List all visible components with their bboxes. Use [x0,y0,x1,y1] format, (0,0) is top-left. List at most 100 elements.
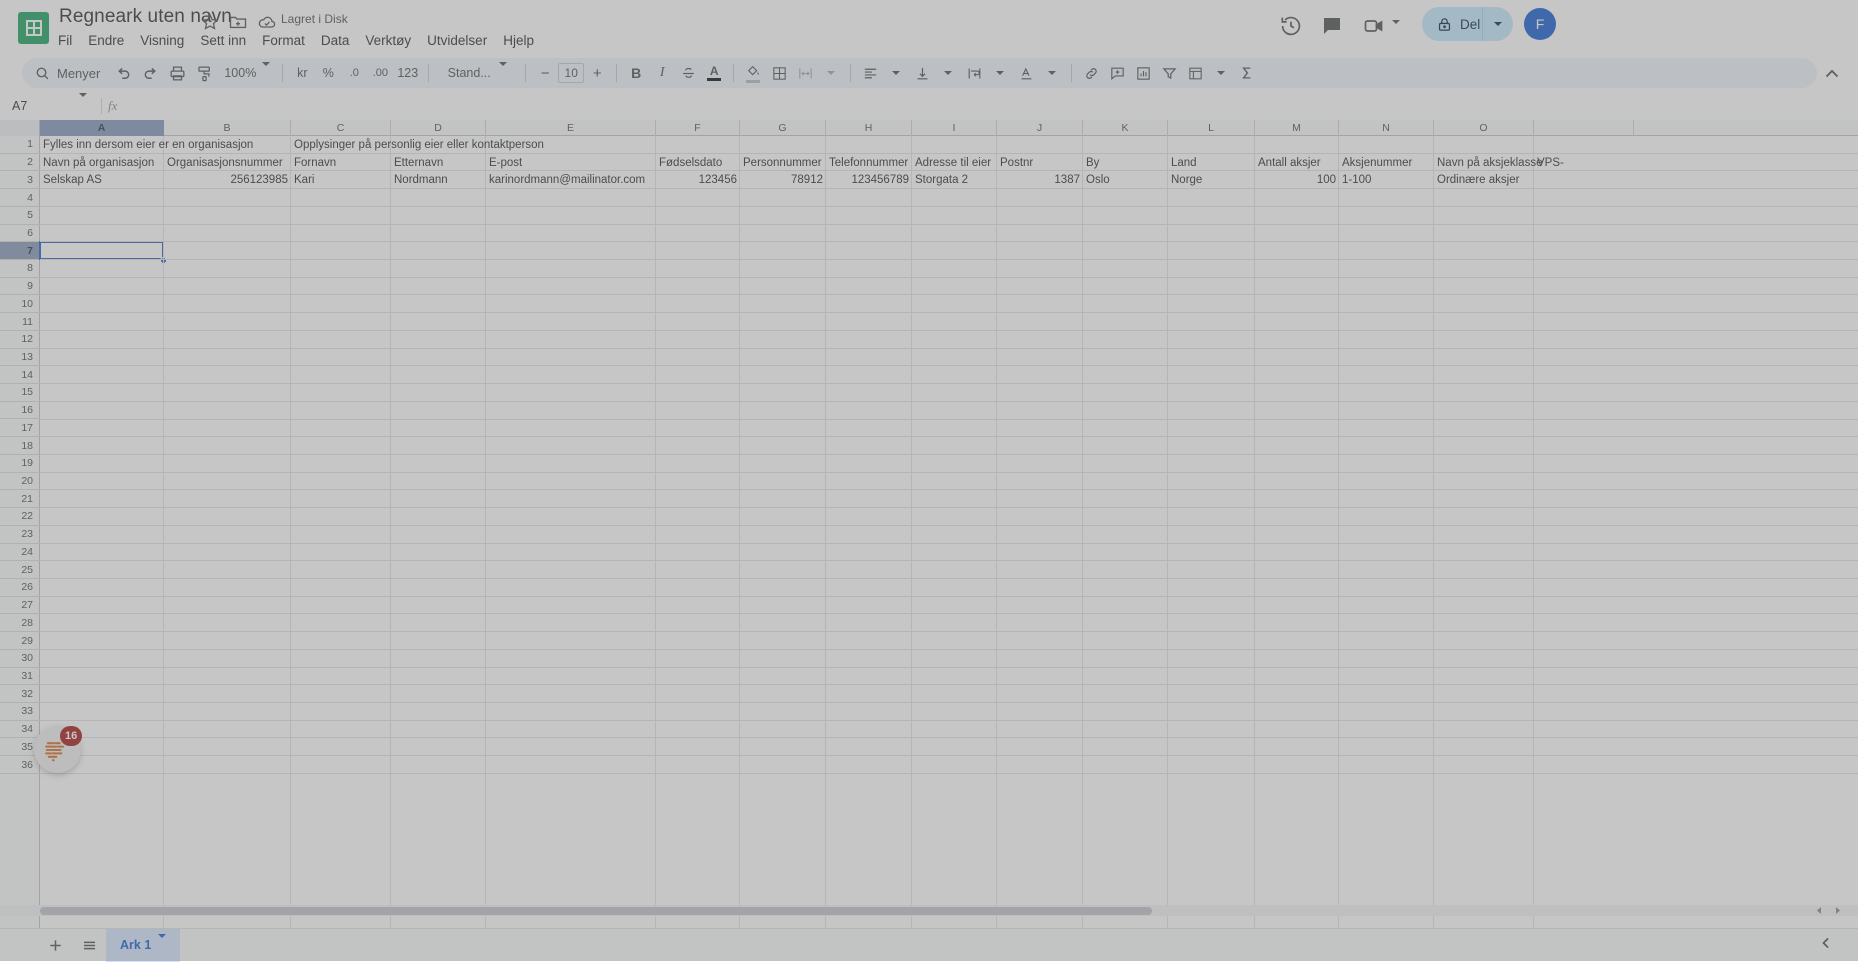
row-header-13[interactable]: 13 [0,349,40,367]
row-header-12[interactable]: 12 [0,331,40,349]
row-header-31[interactable]: 31 [0,668,40,686]
row-header-14[interactable]: 14 [0,366,40,385]
cell-C3[interactable]: Kari [291,171,391,189]
row-header-28[interactable]: 28 [0,614,40,633]
column-header-a[interactable]: A [40,120,164,136]
menu-item-verktoy[interactable]: Verktøy [357,30,419,51]
cell-O2[interactable]: Navn på aksjeklasse [1434,154,1542,172]
cell-G3[interactable]: 78912 [740,171,826,189]
undo-icon[interactable] [110,60,137,86]
menus-search-button[interactable]: Menyer [28,60,110,86]
column-header-o[interactable]: O [1434,120,1534,136]
increase-font-size-button[interactable]: + [584,60,610,86]
row-header-17[interactable]: 17 [0,420,40,438]
row-header-20[interactable]: 20 [0,473,40,491]
cell-B2[interactable]: Organisasjonsnummer [164,154,291,172]
menu-item-fil[interactable]: Fil [50,30,80,51]
column-header-p[interactable] [1534,120,1634,136]
cell-I3[interactable]: Storgata 2 [912,171,997,189]
column-header-k[interactable]: K [1083,120,1168,136]
bold-button[interactable]: B [623,60,649,86]
column-header-f[interactable]: F [656,120,740,136]
text-wrapping-caret-icon[interactable] [987,60,1013,86]
decrease-font-size-button[interactable]: − [532,60,558,86]
scroll-right-icon[interactable] [1830,905,1844,916]
star-icon[interactable] [200,12,220,32]
row-header-7[interactable]: 7 [0,242,40,260]
cell-I2[interactable]: Adresse til eier [912,154,997,172]
cell-F3[interactable]: 123456 [656,171,740,189]
row-header-27[interactable]: 27 [0,597,40,615]
cell-K3[interactable]: Oslo [1083,171,1168,189]
cell-G2[interactable]: Personnummer [740,154,826,172]
row-header-32[interactable]: 32 [0,685,40,703]
vertical-align-icon[interactable] [909,60,935,86]
collapse-toolbar-button[interactable] [1820,62,1844,86]
cloud-saved-icon[interactable] [257,12,277,32]
menu-item-sett-inn[interactable]: Sett inn [192,30,254,51]
redo-icon[interactable] [137,60,164,86]
meet-options-caret-icon[interactable] [1392,20,1400,24]
column-header-n[interactable]: N [1339,120,1434,136]
fill-color-icon[interactable] [740,60,766,86]
row-header-25[interactable]: 25 [0,561,40,579]
share-button[interactable]: Del [1422,7,1492,41]
row-header-8[interactable]: 8 [0,260,40,278]
cell-H2[interactable]: Telefonnummer [826,154,912,172]
font-size-input[interactable]: 10 [558,63,585,83]
cell-E2[interactable]: E-post [486,154,656,172]
column-header-j[interactable]: J [997,120,1083,136]
cell-L3[interactable]: Norge [1168,171,1255,189]
row-header-2[interactable]: 2 [0,154,40,172]
merge-cells-icon[interactable] [792,60,818,86]
cell-E3[interactable]: karinordmann@mailinator.com [486,171,656,189]
menu-item-utvidelser[interactable]: Utvidelser [419,30,495,51]
vertical-align-caret-icon[interactable] [935,60,961,86]
column-header-m[interactable]: M [1255,120,1339,136]
name-box[interactable]: A7 [0,93,95,115]
cell-D2[interactable]: Etternavn [391,154,486,172]
cell-N3[interactable]: 1-100 [1339,171,1434,189]
pivot-table-caret-icon[interactable] [1208,60,1234,86]
cell-F2[interactable]: Fødselsdato [656,154,740,172]
row-header-5[interactable]: 5 [0,207,40,225]
select-all-corner[interactable] [0,120,40,136]
row-header-11[interactable]: 11 [0,313,40,331]
cell-J2[interactable]: Postnr [997,154,1083,172]
cell-N2[interactable]: Aksjenummer [1339,154,1434,172]
filter-icon[interactable] [1156,60,1182,86]
text-rotation-icon[interactable] [1013,60,1039,86]
all-sheets-icon[interactable] [72,929,106,962]
row-header-3[interactable]: 3 [0,171,40,190]
text-rotation-caret-icon[interactable] [1039,60,1065,86]
insert-chart-icon[interactable] [1130,60,1156,86]
column-header-i[interactable]: I [912,120,997,136]
menu-item-format[interactable]: Format [254,30,313,51]
row-header-4[interactable]: 4 [0,189,40,207]
paint-format-icon[interactable] [191,60,218,86]
cell-M2[interactable]: Antall aksjer [1255,154,1339,172]
row-header-15[interactable]: 15 [0,384,40,402]
cell-O3[interactable]: Ordinære aksjer [1434,171,1534,189]
insert-comment-icon[interactable] [1104,60,1130,86]
row-header-33[interactable]: 33 [0,703,40,721]
percent-format-button[interactable]: % [315,60,341,86]
history-clock-icon[interactable] [1279,14,1303,38]
menu-item-endre[interactable]: Endre [80,30,132,51]
row-header-30[interactable]: 30 [0,650,40,668]
row-header-26[interactable]: 26 [0,579,40,597]
row-header-9[interactable]: 9 [0,278,40,296]
column-header-h[interactable]: H [826,120,912,136]
horizontal-scrollbar[interactable] [0,905,1858,916]
font-family-selector[interactable]: Stand... [435,60,519,86]
row-header-29[interactable]: 29 [0,632,40,650]
avatar[interactable]: F [1524,8,1556,40]
sum-sigma-icon[interactable] [1234,60,1260,86]
row-header-34[interactable]: 34 [0,721,40,739]
zoom-control[interactable]: 100% [218,60,276,86]
row-header-19[interactable]: 19 [0,455,40,473]
text-wrapping-icon[interactable] [961,60,987,86]
cell-M3[interactable]: 100 [1255,171,1339,189]
horizontal-scrollbar-thumb[interactable] [40,907,1152,915]
cell-L2[interactable]: Land [1168,154,1255,172]
